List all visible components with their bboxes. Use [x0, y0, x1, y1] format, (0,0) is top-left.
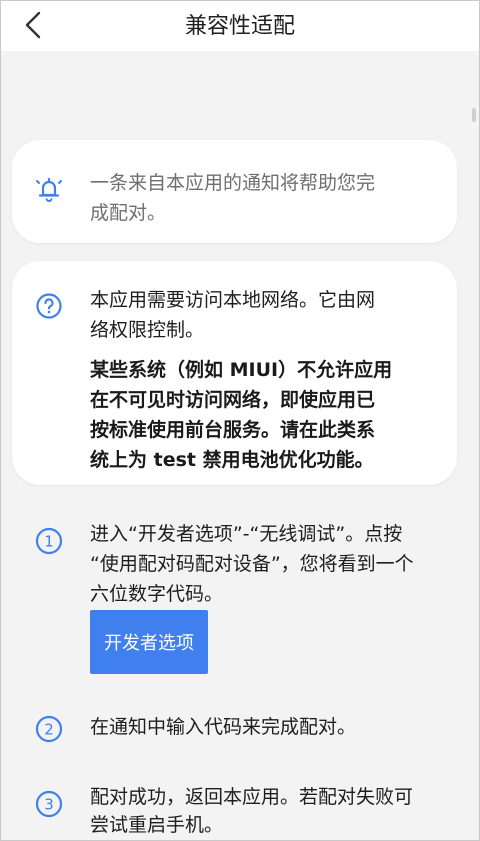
warning-text-line1: 某些系统（例如 MIUI）不允许应用: [90, 359, 393, 381]
info-text-line2: 络权限控制。: [90, 319, 205, 341]
notification-text-line1: 一条来自本应用的通知将帮助您完: [90, 172, 376, 194]
step-1-line1: 进入“开发者选项”-“无线调试”。点按: [90, 523, 403, 545]
warning-text-line4: 统上为 test 禁用电池优化功能。: [90, 449, 374, 471]
step-2-number: 2: [44, 721, 54, 739]
step-2-line1: 在通知中输入代码来完成配对。: [90, 716, 357, 738]
help-circle-icon: [36, 293, 62, 319]
step-3-line2: 尝试重启手机。: [90, 814, 224, 836]
number-2-icon: 2: [35, 715, 63, 743]
bell-icon: [36, 177, 62, 202]
step-3-line1: 配对成功，返回本应用。若配对失败可: [90, 786, 414, 808]
step-1-line3: 六位数字代码。: [90, 583, 224, 605]
page-title: 兼容性适配: [184, 14, 295, 39]
info-card: 本应用需要访问本地网络。它由网 络权限控制。 某些系统（例如 MIUI）不允许应…: [12, 261, 457, 485]
developer-options-button[interactable]: 开发者选项: [90, 610, 208, 674]
step-1-line2: “使用配对码配对设备”，您将看到一个: [90, 553, 414, 575]
warning-text-line3: 按标准使用前台服务。请在此类系: [90, 419, 376, 441]
app-bar: 兼容性适配: [1, 1, 479, 51]
number-3-icon: 3: [35, 790, 63, 818]
scroll-indicator: [472, 108, 476, 122]
notification-text-line2: 成配对。: [90, 202, 167, 224]
step-1-number: 1: [44, 533, 54, 551]
info-text-line1: 本应用需要访问本地网络。它由网: [90, 289, 376, 311]
step-3-number: 3: [44, 796, 54, 814]
number-1-icon: 1: [35, 527, 63, 555]
warning-text-line2: 在不可见时访问网络，即使应用已: [90, 389, 376, 411]
notification-card: 一条来自本应用的通知将帮助您完 成配对。: [12, 140, 457, 243]
